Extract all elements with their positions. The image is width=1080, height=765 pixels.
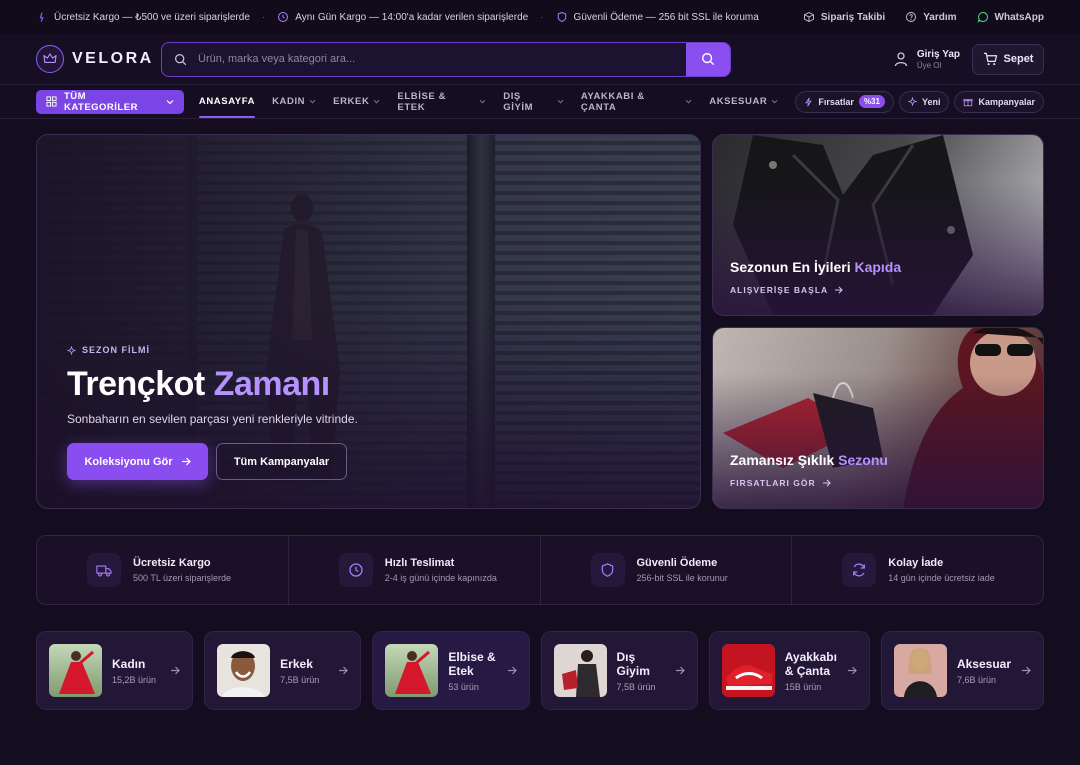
whatsapp-link[interactable]: WhatsApp	[977, 11, 1044, 23]
search-input[interactable]	[198, 53, 686, 65]
feature-strip: Ücretsiz Kargo 500 TL üzeri siparişlerde…	[36, 535, 1044, 605]
deals-badge: %31	[858, 95, 885, 108]
help-link[interactable]: Yardım	[905, 11, 957, 23]
arrow-right-icon	[170, 666, 181, 675]
box-icon	[803, 11, 815, 23]
free-shipping-note: Ücretsiz Kargo — ₺500 ve üzeri siparişle…	[36, 11, 250, 23]
category-thumbnail	[385, 644, 439, 697]
promo-card-title: Zamansız Şıklık Sezonu	[730, 452, 888, 468]
promo-card-timeless[interactable]: Zamansız Şıklık Sezonu FIRSATLARI GÖR	[712, 327, 1044, 509]
chat-icon	[977, 11, 989, 23]
category-card-accessories[interactable]: Aksesuar 7,6B ürün	[880, 631, 1044, 710]
site-header: VELORA Giriş Yap Üye Ol Sepet	[0, 34, 1080, 84]
feature-secure-payment: Güvenli Ödeme 256-bit SSL ile korunur	[541, 536, 793, 604]
feature-fast-delivery: Hızlı Teslimat 2-4 iş günü içinde kapını…	[289, 536, 541, 604]
all-campaigns-button[interactable]: Tüm Kampanyalar	[216, 443, 347, 480]
shield-icon	[556, 11, 568, 23]
arrow-right-icon	[338, 666, 349, 675]
hero-subtitle: Sonbaharın en sevilen parçası yeni renkl…	[67, 412, 358, 426]
order-tracking-link[interactable]: Sipariş Takibi	[803, 11, 885, 23]
hero-title: Trençkot Zamanı	[67, 365, 330, 403]
user-icon	[893, 51, 909, 67]
gift-icon	[963, 97, 974, 107]
chevron-down-icon	[479, 99, 486, 104]
promo-card-title: Sezonun En İyileri Kapıda	[730, 259, 902, 275]
category-card-outerwear[interactable]: Dış Giyim 7,5B ürün	[540, 631, 698, 710]
nav-item-accessories[interactable]: AKSESUAR	[709, 85, 778, 118]
nav-item-outerwear[interactable]: DIŞ GİYİM	[503, 85, 564, 118]
chevron-down-icon	[771, 99, 778, 104]
help-icon	[905, 11, 917, 23]
category-row: Kadın 15,2B ürün Erkek 7,5B ürün Elbise …	[36, 631, 1044, 710]
bolt-icon	[804, 97, 813, 107]
sparkle-icon	[67, 345, 76, 355]
announcement-bar: Ücretsiz Kargo — ₺500 ve üzeri siparişle…	[0, 0, 1080, 34]
hero-section: SEZON FİLMİ Trençkot Zamanı Sonbaharın e…	[36, 134, 1044, 509]
truck-icon	[36, 11, 48, 23]
main-nav: TÜM KATEGORİLER ANASAYFA KADIN ERKEK ELB…	[0, 84, 1080, 119]
refresh-icon	[842, 553, 877, 587]
grid-icon	[46, 96, 57, 107]
arrow-right-icon	[847, 666, 857, 675]
hero-eyebrow: SEZON FİLMİ	[67, 345, 358, 355]
new-pill[interactable]: Yeni	[898, 90, 950, 113]
arrow-right-icon	[834, 286, 843, 294]
arrow-right-icon	[507, 666, 517, 675]
brand-logo[interactable]: VELORA	[36, 45, 161, 73]
login-link[interactable]: Giriş Yap Üye Ol	[893, 49, 960, 70]
category-card-shoes-bags[interactable]: Ayakkabı & Çanta 15B ürün	[708, 631, 870, 710]
nav-item-women[interactable]: KADIN	[272, 85, 316, 118]
cart-label: Sepet	[1003, 53, 1034, 65]
arrow-right-icon	[822, 479, 831, 487]
same-day-note: Aynı Gün Kargo — 14:00'a kadar verilen s…	[277, 11, 528, 23]
search-button[interactable]	[686, 42, 730, 76]
chevron-down-icon	[373, 99, 380, 104]
category-thumbnail	[217, 644, 271, 697]
deals-pill[interactable]: Fırsatlar %31	[795, 90, 894, 113]
crown-icon	[36, 45, 64, 73]
hero-banner[interactable]: SEZON FİLMİ Trençkot Zamanı Sonbaharın e…	[36, 134, 701, 509]
arrow-right-icon	[675, 666, 685, 675]
search-icon	[701, 52, 715, 66]
category-thumbnail	[49, 644, 102, 697]
chevron-down-icon	[166, 99, 174, 105]
arrow-right-icon	[1021, 666, 1031, 675]
category-thumbnail	[553, 644, 607, 697]
nav-item-men[interactable]: ERKEK	[333, 85, 380, 118]
promo-card-season-best[interactable]: Sezonun En İyileri Kapıda ALIŞVERİŞE BAŞ…	[712, 134, 1044, 316]
arrow-right-icon	[181, 457, 191, 466]
clock-icon	[338, 553, 373, 587]
category-thumbnail	[721, 644, 775, 697]
campaigns-pill[interactable]: Kampanyalar	[954, 90, 1044, 113]
chevron-down-icon	[557, 99, 564, 104]
chevron-down-icon	[309, 99, 316, 104]
chevron-down-icon	[685, 99, 692, 104]
clock-icon	[277, 11, 289, 23]
sparkle-icon	[907, 97, 917, 106]
search-bar	[161, 41, 731, 77]
cart-button[interactable]: Sepet	[972, 43, 1044, 75]
see-deals-link[interactable]: FIRSATLARI GÖR	[730, 478, 888, 488]
start-shopping-link[interactable]: ALIŞVERİŞE BAŞLA	[730, 285, 901, 295]
nav-item-dresses[interactable]: ELBİSE & ETEK	[397, 85, 486, 118]
category-card-women[interactable]: Kadın 15,2B ürün	[36, 631, 194, 710]
category-card-dresses[interactable]: Elbise & Etek 53 ürün	[372, 631, 530, 710]
feature-free-shipping: Ücretsiz Kargo 500 TL üzeri siparişlerde	[37, 536, 289, 604]
cart-icon	[983, 52, 998, 66]
brand-name: VELORA	[72, 50, 154, 67]
nav-item-shoes-bags[interactable]: AYAKKABI & ÇANTA	[581, 85, 692, 118]
feature-easy-returns: Kolay İade 14 gün içinde ücretsiz iade	[792, 536, 1043, 604]
nav-item-home[interactable]: ANASAYFA	[198, 85, 256, 118]
category-thumbnail	[893, 644, 947, 697]
search-icon	[162, 53, 198, 66]
shield-icon	[590, 553, 625, 587]
all-categories-button[interactable]: TÜM KATEGORİLER	[36, 89, 184, 114]
truck-icon	[87, 553, 121, 587]
secure-payment-note: Güvenli Ödeme — 256 bit SSL ile koruma	[556, 11, 759, 23]
register-label: Üye Ol	[916, 60, 942, 70]
login-label: Giriş Yap	[916, 48, 960, 60]
view-collection-button[interactable]: Koleksiyonu Gör	[67, 443, 208, 480]
category-card-men[interactable]: Erkek 7,5B ürün	[204, 631, 362, 710]
